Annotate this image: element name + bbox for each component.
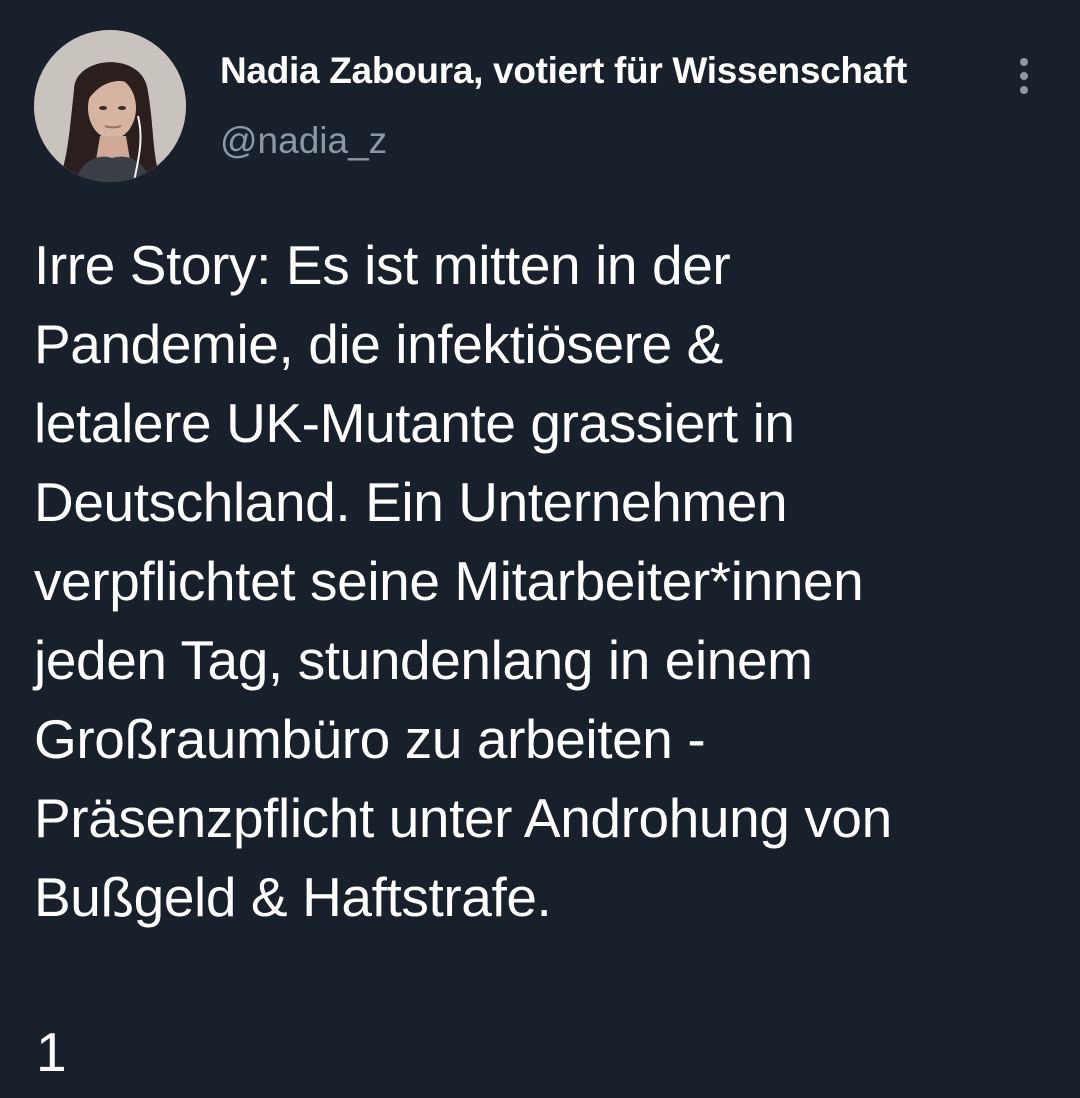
tweet-text-line: Pandemie, die infektiösere & — [34, 313, 723, 375]
profile-photo — [34, 30, 186, 182]
thread-number: 1 — [36, 1021, 67, 1083]
tweet-text-line: Präsenzpflicht unter Androhung von — [34, 787, 892, 849]
tweet-text-line: Irre Story: Es ist mitten in der — [34, 234, 731, 296]
tweet-text-line: Bußgeld & Haftstrafe. — [34, 866, 552, 928]
avatar[interactable] — [34, 30, 186, 182]
author-handle[interactable]: @nadia_z — [220, 120, 387, 162]
tweet-text: Irre Story: Es ist mitten in der Pandemi… — [34, 226, 1054, 937]
tweet-text-line: letalere UK-Mutante grassiert in — [34, 392, 795, 454]
tweet-card: Nadia Zaboura, votiert für Wissenschaft … — [0, 0, 1080, 1098]
tweet-text-line: Deutschland. Ein Unternehmen — [34, 471, 788, 533]
tweet-text-line: verpflichtet seine Mitarbeiter*innen — [34, 550, 864, 612]
tweet-text-line: Großraumbüro zu arbeiten - — [34, 708, 706, 770]
author-name[interactable]: Nadia Zaboura, votiert für Wissenschaft — [220, 50, 907, 92]
more-vertical-icon — [1020, 58, 1028, 94]
more-options-button[interactable] — [1006, 54, 1042, 98]
tweet-text-line: jeden Tag, stundenlang in einem — [34, 629, 813, 691]
